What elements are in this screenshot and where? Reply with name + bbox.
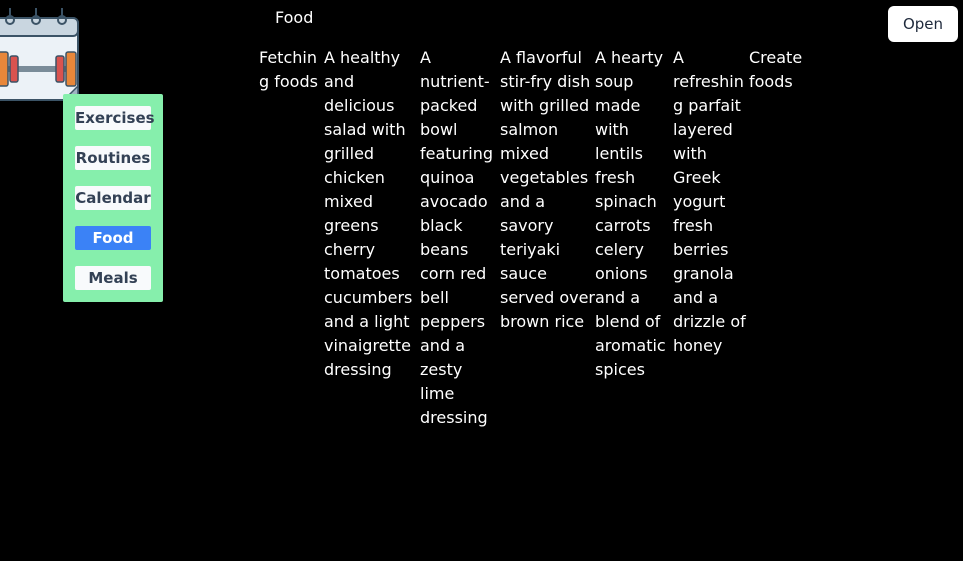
app-root: Exercises Routines Calendar Food Meals F… <box>0 0 963 561</box>
food-item-description: A flavorful stir-fry dish with grilled s… <box>500 48 595 331</box>
sidebar-item-meals[interactable]: Meals <box>75 266 151 290</box>
sidebar-nav: Exercises Routines Calendar Food Meals <box>63 94 163 302</box>
food-item-description: A hearty soup made with lentils fresh sp… <box>595 48 666 379</box>
food-item-description: A nutrient-packed bowl featuring quinoa … <box>420 48 494 427</box>
create-foods-link[interactable]: Create foods <box>749 46 809 94</box>
sidebar-item-food[interactable]: Food <box>75 226 151 250</box>
food-item-description: A refreshing parfait layered with Greek … <box>673 48 746 355</box>
sidebar-item-exercises[interactable]: Exercises <box>75 106 155 130</box>
food-item-description: A healthy and delicious salad with grill… <box>324 48 413 379</box>
sidebar-item-routines[interactable]: Routines <box>75 146 151 170</box>
fitness-calendar-logo-icon <box>0 8 79 101</box>
page-title: Food <box>275 8 314 27</box>
open-button[interactable]: Open <box>888 6 958 42</box>
fetching-status-text: Fetching foods <box>259 48 318 91</box>
sidebar-item-calendar[interactable]: Calendar <box>75 186 151 210</box>
food-list: Fetching foods A healthy and delicious s… <box>259 46 809 430</box>
